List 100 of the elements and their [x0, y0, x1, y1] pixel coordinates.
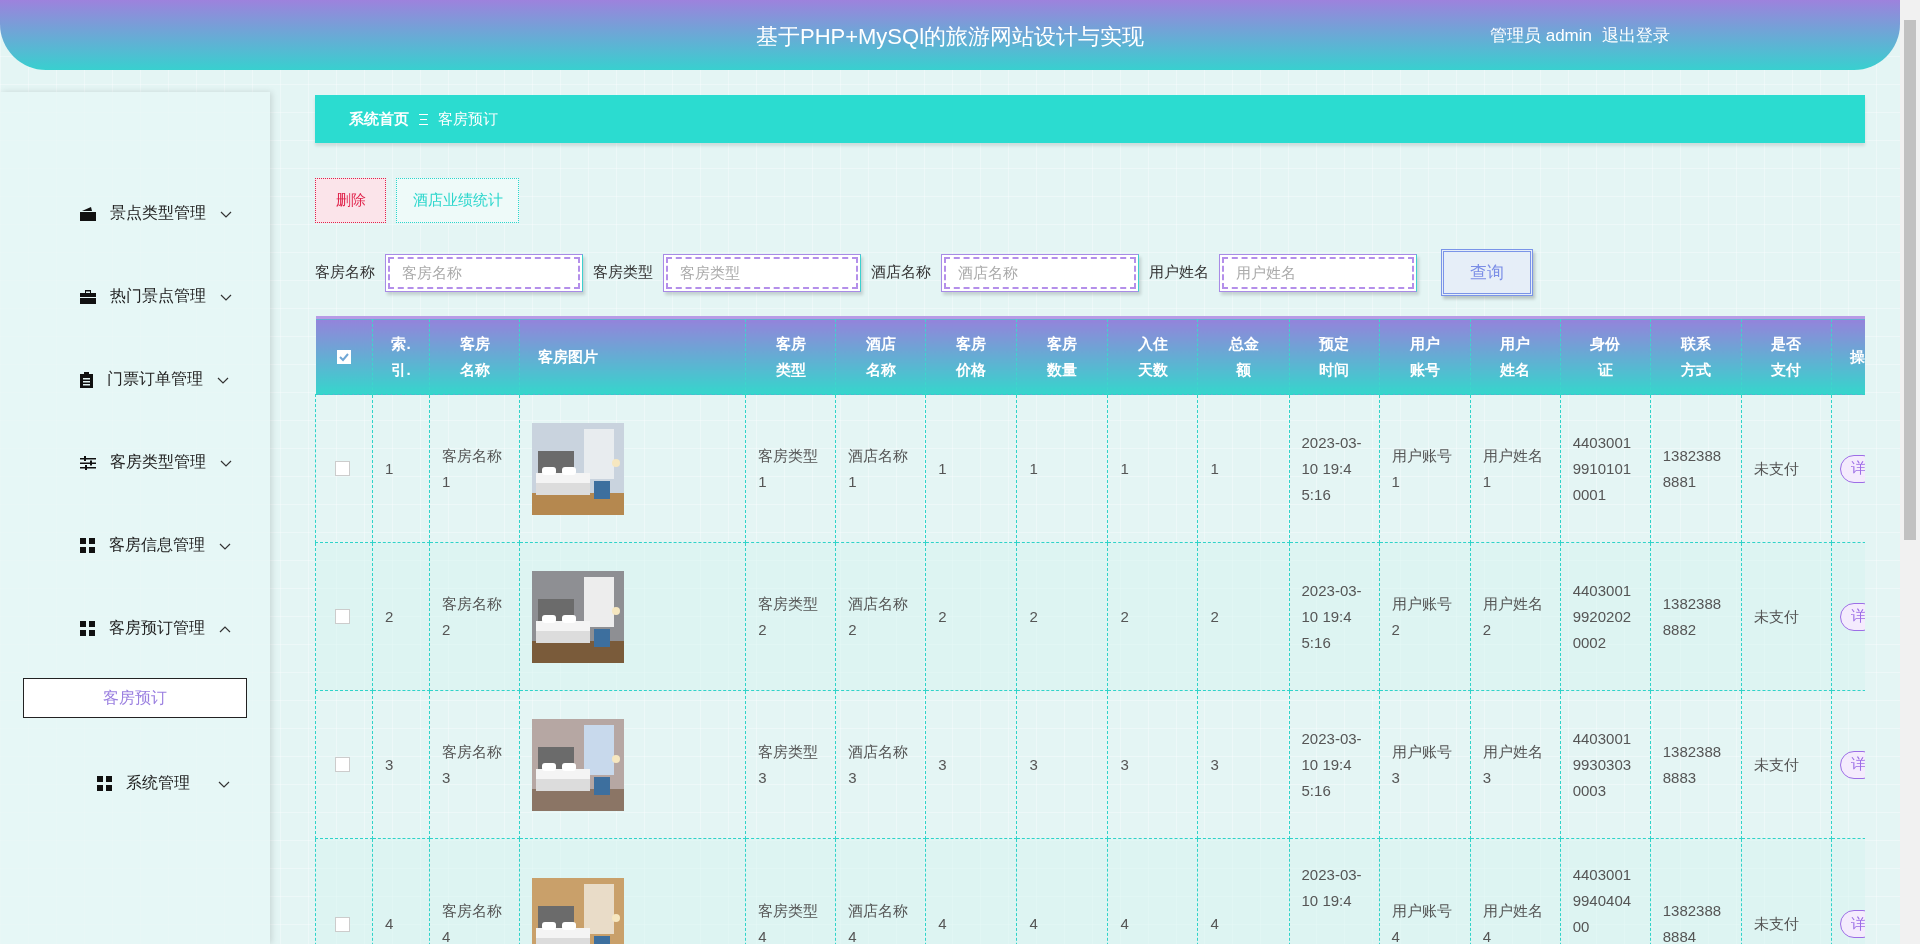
table-cell: 酒店名称3 [835, 690, 926, 839]
sidebar-item[interactable]: 景点类型管理 [0, 172, 270, 255]
table-cell: 酒店名称2 [835, 542, 926, 691]
sidebar-item[interactable]: 客房类型管理 [0, 421, 270, 504]
column-header: 身份证 [1560, 317, 1651, 395]
table-cell: 3 [1107, 690, 1198, 839]
row-checkbox[interactable] [334, 609, 350, 624]
grid-icon [97, 776, 112, 791]
column-header: 酒店名称 [835, 317, 926, 395]
table-cell: 酒店名称1 [835, 394, 926, 543]
table-cell: 未支付 [1741, 542, 1832, 691]
table-cell: 2 [925, 542, 1017, 691]
table-cell: 未支付 [1741, 838, 1832, 944]
table-cell: 4 [1107, 838, 1198, 944]
row-checkbox[interactable] [334, 461, 350, 476]
sidebar-item[interactable]: 系统管理 [0, 742, 270, 825]
table-cell: 未支付 [1741, 394, 1832, 543]
table-cell: 用户姓名2 [1470, 542, 1561, 691]
table-cell: 2023-03-10 19:45:16 [1289, 690, 1380, 839]
table-cell: 2 [372, 542, 430, 691]
table-cell: 用户账号3 [1379, 690, 1471, 839]
sidebar-item[interactable]: 热门景点管理 [0, 255, 270, 338]
table-cell: 3 [925, 690, 1017, 839]
table-cell: 2023-03-10 19:45:16 [1289, 542, 1380, 691]
table-cell: 客房类型4 [745, 838, 836, 944]
clipboard-icon [80, 371, 93, 388]
column-header: 索.引. [372, 317, 430, 395]
table-cell: 4 [925, 838, 1017, 944]
breadcrumb-link[interactable]: 系统首页 [349, 109, 409, 129]
table-cell: 未支付 [1741, 690, 1832, 839]
table-cell: 3 [372, 690, 430, 839]
table-cell: 13823888882 [1650, 542, 1742, 691]
field-label: 用户姓名 [1149, 263, 1209, 282]
table-cell: 440300199202020002 [1560, 542, 1651, 691]
table-cell: 2 [1016, 542, 1108, 691]
separator-icon [419, 113, 428, 125]
table-cell: 客房类型3 [745, 690, 836, 839]
admin-label: 管理员 admin [1489, 24, 1592, 47]
scrollbar[interactable] [1900, 0, 1920, 944]
table-cell: 3 [1198, 690, 1290, 839]
grid-icon [80, 538, 95, 553]
delete-button[interactable]: 删除 [315, 178, 386, 223]
column-header: 用户姓名 [1470, 317, 1561, 395]
table-cell: 客房名称4 [429, 838, 520, 944]
column-header: 客房名称 [429, 317, 520, 395]
grid-icon [80, 621, 95, 636]
column-header: 联系方式 [1650, 317, 1742, 395]
table-cell: 用户姓名1 [1470, 394, 1561, 543]
search-field[interactable]: 客房类型 [663, 253, 861, 292]
submenu-item[interactable]: 客房预订 [23, 678, 247, 718]
statistics-button[interactable]: 酒店业绩统计 [396, 178, 519, 223]
detail-button[interactable]: 详 [1839, 910, 1865, 938]
search-field[interactable]: 用户姓名 [1219, 253, 1417, 292]
table-cell: 3 [1016, 690, 1108, 839]
sliders-icon [80, 455, 96, 470]
site-title: 基于PHP+MySQl的旅游网站设计与实现 [755, 23, 1145, 51]
table-cell: 4403001994040400 [1560, 838, 1651, 944]
table-cell: 用户账号2 [1379, 542, 1471, 691]
table-cell: 用户姓名3 [1470, 690, 1561, 839]
table-cell: 客房类型2 [745, 542, 836, 691]
table-cell: 客房名称1 [429, 394, 520, 543]
table-cell: 1 [925, 394, 1017, 543]
logout-link[interactable]: 退出登录 [1602, 23, 1670, 47]
column-header: 客房类型 [745, 317, 836, 395]
column-header: 入住天数 [1107, 317, 1198, 395]
briefcase-icon [80, 289, 96, 304]
table-cell: 1 [1198, 394, 1290, 543]
table-cell: 13823888881 [1650, 394, 1742, 543]
sidebar-item[interactable]: 客房预订管理 [0, 587, 270, 670]
table-cell: 1 [1016, 394, 1108, 543]
table-cell: 440300199101010001 [1560, 394, 1651, 543]
table-cell: 4 [1016, 838, 1108, 944]
search-field[interactable]: 酒店名称 [941, 253, 1139, 292]
detail-button[interactable]: 详 [1839, 750, 1865, 779]
select-all-checkbox[interactable] [336, 349, 351, 364]
table-cell: 1 [372, 394, 430, 543]
column-header: 操 [1831, 317, 1865, 395]
detail-button[interactable]: 详 [1839, 602, 1865, 631]
column-header: 是否支付 [1741, 317, 1832, 395]
table-cell: 客房类型1 [745, 394, 836, 543]
column-header: 客房价格 [925, 317, 1017, 395]
table-cell: 用户账号4 [1379, 838, 1471, 944]
table-cell: 2023-03-10 19:45:16 [1289, 394, 1380, 543]
row-checkbox[interactable] [334, 757, 350, 772]
table-cell: 13823888884 [1650, 838, 1742, 944]
sidebar-item[interactable]: 门票订单管理 [0, 338, 270, 421]
detail-button[interactable]: 详 [1839, 454, 1865, 483]
breadcrumb-link[interactable]: 客房预订 [438, 109, 498, 129]
row-checkbox[interactable] [334, 916, 350, 932]
table-cell: 2 [1107, 542, 1198, 691]
table-cell: 1 [1107, 394, 1198, 543]
search-button[interactable]: 查询 [1441, 249, 1533, 296]
table-cell: 2023-03-10 19:4 [1289, 838, 1380, 944]
table-cell: 13823888883 [1650, 690, 1742, 839]
field-label: 酒店名称 [871, 263, 931, 282]
table-cell: 客房名称2 [429, 542, 520, 691]
sidebar-item[interactable]: 客房信息管理 [0, 504, 270, 587]
search-field[interactable]: 客房名称 [385, 253, 583, 292]
field-label: 客房类型 [593, 263, 653, 282]
table-cell: 4 [372, 838, 430, 944]
